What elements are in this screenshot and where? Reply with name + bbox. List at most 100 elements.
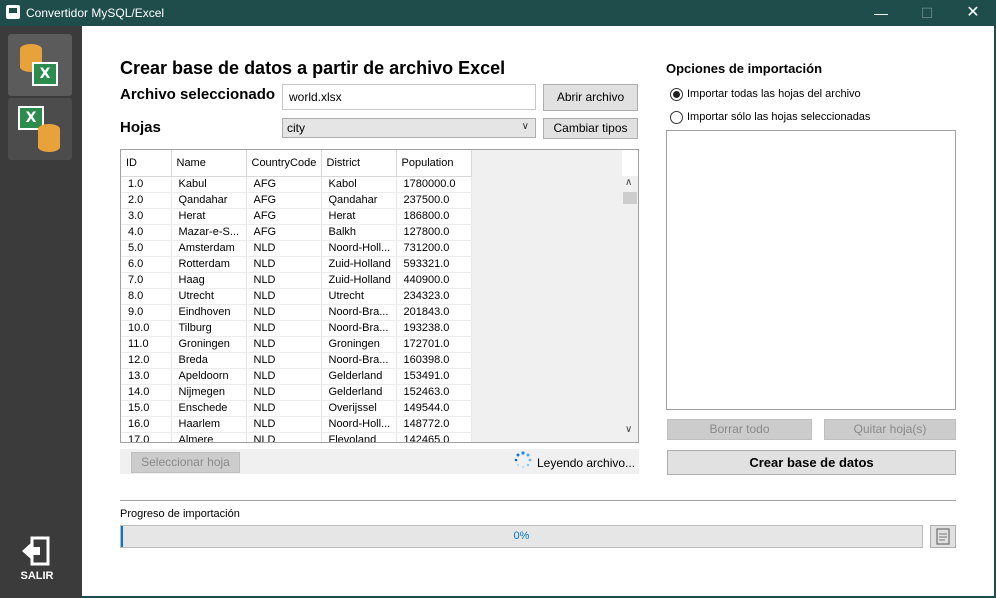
table-cell[interactable]: 11.0	[121, 336, 172, 353]
table-cell[interactable]: 593321.0	[396, 256, 472, 273]
table-cell[interactable]: 10.0	[121, 320, 172, 337]
column-header[interactable]: ID	[121, 150, 172, 177]
table-cell[interactable]: Gelderland	[321, 384, 397, 401]
table-cell[interactable]: 2.0	[121, 192, 172, 209]
scroll-down-icon[interactable]: ∨	[625, 424, 632, 435]
table-row[interactable]: 11.0 Groningen NLD Groningen 172701.0	[121, 336, 472, 353]
table-cell[interactable]: Rotterdam	[171, 256, 247, 273]
table-cell[interactable]: Noord-Bra...	[321, 352, 397, 369]
table-cell[interactable]: 5.0	[121, 240, 172, 257]
mysql-to-excel-button[interactable]: X	[8, 34, 72, 96]
table-cell[interactable]: Qandahar	[321, 192, 397, 209]
table-cell[interactable]: 17.0	[121, 432, 172, 442]
table-cell[interactable]: Groningen	[171, 336, 247, 353]
table-cell[interactable]: 193238.0	[396, 320, 472, 337]
table-cell[interactable]: 160398.0	[396, 352, 472, 369]
table-cell[interactable]: Almere	[171, 432, 247, 442]
table-cell[interactable]: NLD	[246, 432, 322, 442]
column-header[interactable]: CountryCode	[246, 150, 322, 177]
table-cell[interactable]: 1.0	[121, 176, 172, 193]
table-cell[interactable]: Overijssel	[321, 400, 397, 417]
table-row[interactable]: 13.0 Apeldoorn NLD Gelderland 153491.0	[121, 368, 472, 385]
column-header[interactable]: District	[321, 150, 397, 177]
table-row[interactable]: 3.0 Herat AFG Herat 186800.0	[121, 208, 472, 225]
table-cell[interactable]: NLD	[246, 416, 322, 433]
table-cell[interactable]: Noord-Holl...	[321, 240, 397, 257]
create-database-button[interactable]: Crear base de datos	[667, 450, 956, 475]
table-cell[interactable]: 16.0	[121, 416, 172, 433]
column-header[interactable]: Name	[171, 150, 247, 177]
table-cell[interactable]: 153491.0	[396, 368, 472, 385]
close-button[interactable]: ✕	[950, 0, 996, 26]
table-cell[interactable]: Noord-Holl...	[321, 416, 397, 433]
table-cell[interactable]: 201843.0	[396, 304, 472, 321]
table-cell[interactable]: NLD	[246, 320, 322, 337]
exit-button[interactable]: SALIR	[14, 536, 60, 586]
radio-import-all-button[interactable]	[670, 88, 683, 101]
table-cell[interactable]: 3.0	[121, 208, 172, 225]
file-field[interactable]: world.xlsx	[282, 84, 536, 110]
table-cell[interactable]: 149544.0	[396, 400, 472, 417]
table-row[interactable]: 4.0 Mazar-e-S... AFG Balkh 127800.0	[121, 224, 472, 241]
table-row[interactable]: 8.0 Utrecht NLD Utrecht 234323.0	[121, 288, 472, 305]
table-cell[interactable]: Apeldoorn	[171, 368, 247, 385]
table-cell[interactable]: Amsterdam	[171, 240, 247, 257]
selected-sheets-list[interactable]	[666, 130, 956, 410]
table-cell[interactable]: NLD	[246, 288, 322, 305]
maximize-button[interactable]: ☐	[904, 0, 950, 26]
table-cell[interactable]: Herat	[171, 208, 247, 225]
table-row[interactable]: 9.0 Eindhoven NLD Noord-Bra... 201843.0	[121, 304, 472, 321]
table-cell[interactable]: AFG	[246, 208, 322, 225]
table-cell[interactable]: 142465.0	[396, 432, 472, 442]
table-cell[interactable]: 186800.0	[396, 208, 472, 225]
table-cell[interactable]: Noord-Bra...	[321, 304, 397, 321]
table-row[interactable]: 6.0 Rotterdam NLD Zuid-Holland 593321.0	[121, 256, 472, 273]
table-cell[interactable]: Utrecht	[171, 288, 247, 305]
scroll-thumb[interactable]	[623, 192, 637, 204]
table-cell[interactable]: 237500.0	[396, 192, 472, 209]
table-cell[interactable]: Mazar-e-S...	[171, 224, 247, 241]
table-row[interactable]: 17.0 Almere NLD Flevoland 142465.0	[121, 432, 472, 442]
table-cell[interactable]: 8.0	[121, 288, 172, 305]
clear-all-button[interactable]: Borrar todo	[667, 419, 812, 440]
table-cell[interactable]: Haag	[171, 272, 247, 289]
table-row[interactable]: 12.0 Breda NLD Noord-Bra... 160398.0	[121, 352, 472, 369]
table-cell[interactable]: 127800.0	[396, 224, 472, 241]
table-cell[interactable]: 15.0	[121, 400, 172, 417]
table-row[interactable]: 14.0 Nijmegen NLD Gelderland 152463.0	[121, 384, 472, 401]
table-cell[interactable]: Breda	[171, 352, 247, 369]
table-cell[interactable]: AFG	[246, 224, 322, 241]
table-cell[interactable]: 234323.0	[396, 288, 472, 305]
data-table[interactable]: ID Name CountryCode District Population 1.0 K…	[120, 149, 639, 443]
table-cell[interactable]: Eindhoven	[171, 304, 247, 321]
table-cell[interactable]: Herat	[321, 208, 397, 225]
table-cell[interactable]: 9.0	[121, 304, 172, 321]
log-button[interactable]	[930, 525, 956, 548]
table-cell[interactable]: 13.0	[121, 368, 172, 385]
table-cell[interactable]: 731200.0	[396, 240, 472, 257]
table-cell[interactable]: Flevoland	[321, 432, 397, 442]
table-cell[interactable]: 152463.0	[396, 384, 472, 401]
table-cell[interactable]: Qandahar	[171, 192, 247, 209]
column-header[interactable]: Population	[396, 150, 472, 177]
table-cell[interactable]: Tilburg	[171, 320, 247, 337]
table-cell[interactable]: Groningen	[321, 336, 397, 353]
table-cell[interactable]: Gelderland	[321, 368, 397, 385]
table-cell[interactable]: 14.0	[121, 384, 172, 401]
table-row[interactable]: 16.0 Haarlem NLD Noord-Holl... 148772.0	[121, 416, 472, 433]
table-cell[interactable]: AFG	[246, 176, 322, 193]
minimize-button[interactable]: —	[858, 0, 904, 26]
table-cell[interactable]: 1780000.0	[396, 176, 472, 193]
table-scrollbar[interactable]: ∧ ∨	[622, 176, 638, 442]
open-file-button[interactable]: Abrir archivo	[543, 84, 638, 111]
table-cell[interactable]: 4.0	[121, 224, 172, 241]
table-cell[interactable]: 6.0	[121, 256, 172, 273]
table-cell[interactable]: 172701.0	[396, 336, 472, 353]
radio-import-selected-button[interactable]	[670, 111, 683, 124]
table-cell[interactable]: NLD	[246, 384, 322, 401]
table-cell[interactable]: NLD	[246, 400, 322, 417]
table-row[interactable]: 10.0 Tilburg NLD Noord-Bra... 193238.0	[121, 320, 472, 337]
table-cell[interactable]: Kabol	[321, 176, 397, 193]
table-cell[interactable]: Zuid-Holland	[321, 272, 397, 289]
table-cell[interactable]: Utrecht	[321, 288, 397, 305]
